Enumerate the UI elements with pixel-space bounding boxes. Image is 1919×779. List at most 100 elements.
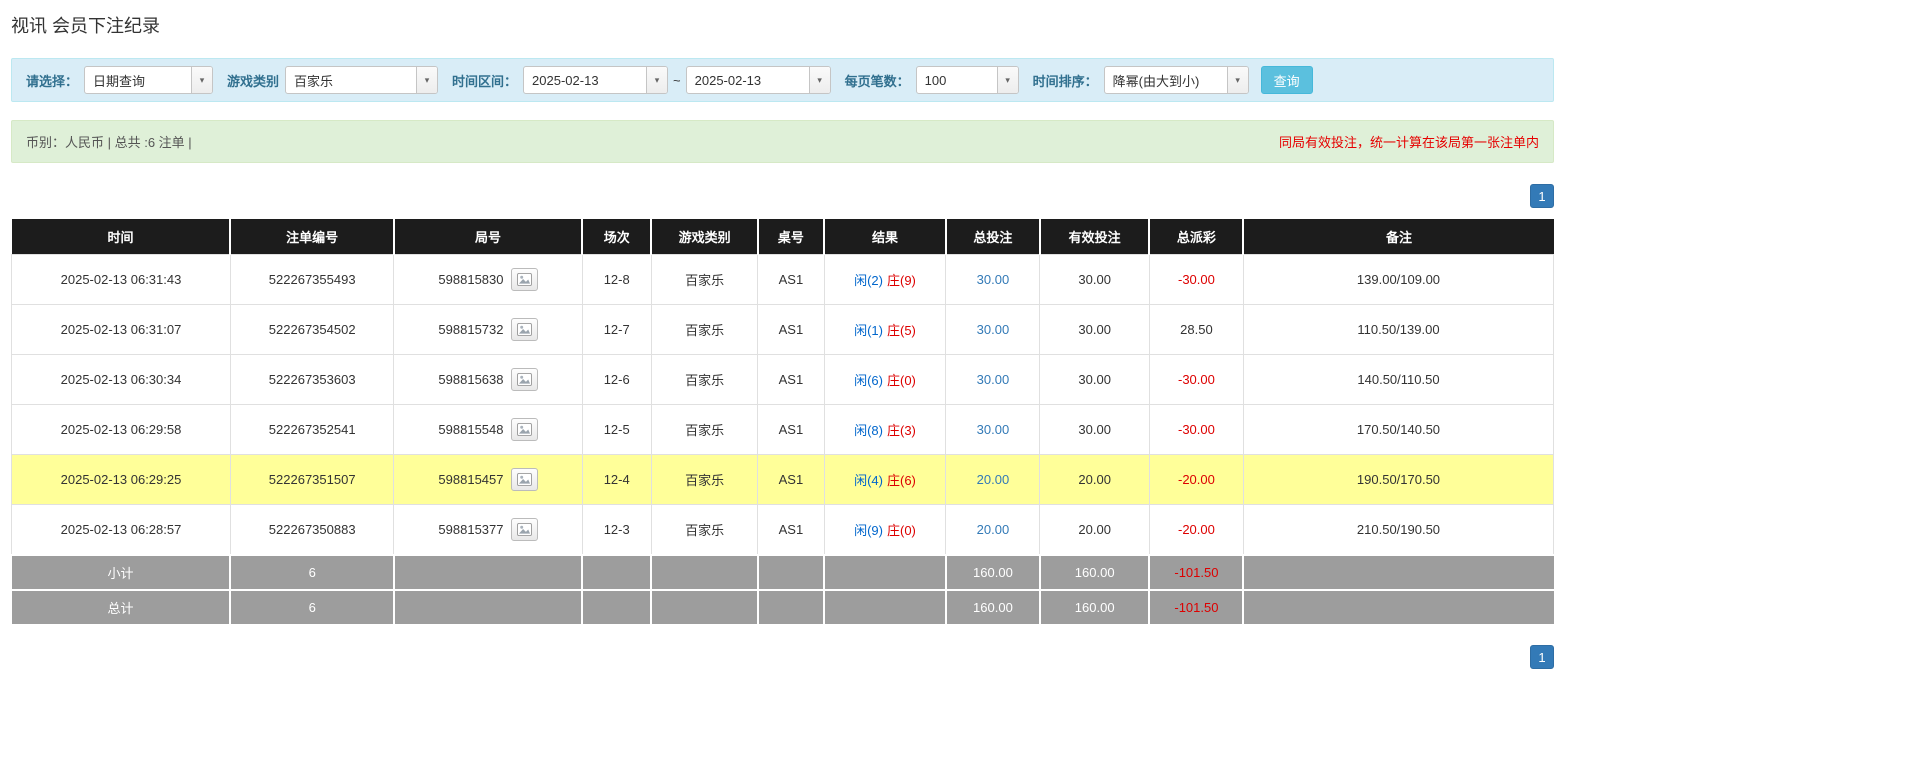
total-bet-link[interactable]: 20.00 [977, 472, 1010, 487]
valid-bet-cell: 20.00 [1040, 505, 1149, 556]
result-player: 闲(9) [854, 523, 883, 538]
pagination-top: 1 [11, 184, 1554, 208]
column-header: 有效投注 [1040, 219, 1149, 255]
view-round-media-button[interactable] [511, 268, 538, 291]
bet-id-cell: 522267350883 [230, 505, 393, 556]
bet-id-cell: 522267351507 [230, 455, 393, 505]
view-round-media-button[interactable] [511, 368, 538, 391]
valid-bet-cell: 30.00 [1040, 255, 1149, 305]
column-header: 游戏类别 [651, 219, 757, 255]
remark-cell: 210.50/190.50 [1243, 505, 1553, 556]
chevron-down-icon[interactable]: ▾ [416, 67, 437, 93]
total-bet-cell: 30.00 [946, 255, 1040, 305]
summary-count-cell: 6 [230, 590, 393, 624]
round-cell: 598815457 [394, 455, 582, 505]
summary-empty-cell [582, 590, 651, 624]
bet-id-cell: 522267353603 [230, 355, 393, 405]
chevron-down-icon[interactable]: ▾ [809, 67, 830, 93]
game-type-cell: 百家乐 [651, 305, 757, 355]
summary-empty-cell [394, 555, 582, 590]
result-cell: 闲(9) 庄(0) [824, 505, 946, 556]
date-range-separator: ~ [673, 73, 681, 88]
round-id: 598815638 [438, 372, 503, 387]
game-type-cell: 百家乐 [651, 355, 757, 405]
result-image-icon [517, 273, 532, 286]
round-cell: 598815548 [394, 405, 582, 455]
total-bet-link[interactable]: 30.00 [977, 272, 1010, 287]
summary-empty-cell [394, 590, 582, 624]
summary-row: 总计6160.00160.00-101.50 [12, 590, 1554, 624]
table-row: 2025-02-13 06:28:57522267350883598815377… [12, 505, 1554, 556]
bet-id-cell: 522267354502 [230, 305, 393, 355]
date-from-value: 2025-02-13 [524, 67, 646, 93]
game-type-cell: 百家乐 [651, 505, 757, 556]
remark-cell: 190.50/170.50 [1243, 455, 1553, 505]
total-bet-link[interactable]: 30.00 [977, 372, 1010, 387]
round-id: 598815377 [438, 522, 503, 537]
game-type-label: 游戏类别 [227, 71, 279, 90]
sort-value: 降幂(由大到小) [1105, 67, 1227, 93]
result-cell: 闲(2)庄(9) [824, 255, 946, 305]
result-image-icon [517, 323, 532, 336]
table-row: 2025-02-13 06:29:25522267351507598815457… [12, 455, 1554, 505]
game-type-dropdown[interactable]: 百家乐 ▾ [285, 66, 438, 94]
info-bar: 币别：人民币 | 总共 :6 注单 | 同局有效投注，统一计算在该局第一张注单内 [11, 120, 1554, 163]
session-cell: 12-7 [582, 305, 651, 355]
page-container: 视讯 会员下注纪录 请选择： 日期查询 ▾ 游戏类别 百家乐 ▾ 时间区间： 2… [11, 0, 1554, 719]
table-row: 2025-02-13 06:29:58522267352541598815548… [12, 405, 1554, 455]
date-to-dropdown[interactable]: 2025-02-13 ▾ [686, 66, 831, 94]
time-cell: 2025-02-13 06:29:58 [12, 405, 231, 455]
payout-cell: -20.00 [1149, 455, 1243, 505]
result-banker: 庄(0) [887, 373, 916, 388]
round-id: 598815830 [438, 272, 503, 287]
chevron-down-icon[interactable]: ▾ [997, 67, 1018, 93]
summary-total-bet-cell: 160.00 [946, 590, 1040, 624]
summary-empty-cell [824, 555, 946, 590]
table-no-cell: AS1 [758, 355, 824, 405]
view-round-media-button[interactable] [511, 418, 538, 441]
column-header: 总派彩 [1149, 219, 1243, 255]
view-round-media-button[interactable] [511, 318, 538, 341]
round-cell: 598815638 [394, 355, 582, 405]
total-bet-cell: 20.00 [946, 455, 1040, 505]
date-from-dropdown[interactable]: 2025-02-13 ▾ [523, 66, 668, 94]
total-bet-cell: 30.00 [946, 355, 1040, 405]
column-header: 时间 [12, 219, 231, 255]
result-player: 闲(4) [854, 473, 883, 488]
summary-payout-cell: -101.50 [1149, 555, 1243, 590]
chevron-down-icon[interactable]: ▾ [646, 67, 667, 93]
sort-dropdown[interactable]: 降幂(由大到小) ▾ [1104, 66, 1249, 94]
select-label: 请选择： [26, 71, 78, 90]
summary-payout-cell: -101.50 [1149, 590, 1243, 624]
session-cell: 12-5 [582, 405, 651, 455]
session-cell: 12-6 [582, 355, 651, 405]
page-button-1[interactable]: 1 [1530, 184, 1554, 208]
valid-bet-cell: 30.00 [1040, 355, 1149, 405]
column-header: 注单编号 [230, 219, 393, 255]
select-dropdown[interactable]: 日期查询 ▾ [84, 66, 213, 94]
currency-summary-text: 币别：人民币 | 总共 :6 注单 | [26, 132, 192, 151]
valid-bet-cell: 30.00 [1040, 405, 1149, 455]
pagination-bottom: 1 [11, 645, 1554, 669]
query-button[interactable]: 查询 [1261, 66, 1313, 94]
select-value: 日期查询 [85, 67, 191, 93]
date-to-value: 2025-02-13 [687, 67, 809, 93]
game-type-value: 百家乐 [286, 67, 416, 93]
view-round-media-button[interactable] [511, 468, 538, 491]
total-bet-link[interactable]: 30.00 [977, 422, 1010, 437]
page-size-dropdown[interactable]: 100 ▾ [916, 66, 1019, 94]
payout-cell: -30.00 [1149, 255, 1243, 305]
summary-empty-cell [758, 555, 824, 590]
filter-bar: 请选择： 日期查询 ▾ 游戏类别 百家乐 ▾ 时间区间： 2025-02-13 … [11, 58, 1554, 102]
summary-empty-cell [582, 555, 651, 590]
page-button-1[interactable]: 1 [1530, 645, 1554, 669]
chevron-down-icon[interactable]: ▾ [1227, 67, 1248, 93]
total-bet-link[interactable]: 30.00 [977, 322, 1010, 337]
time-cell: 2025-02-13 06:30:34 [12, 355, 231, 405]
total-bet-link[interactable]: 20.00 [977, 522, 1010, 537]
view-round-media-button[interactable] [511, 518, 538, 541]
result-banker: 庄(0) [887, 523, 916, 538]
game-type-cell: 百家乐 [651, 455, 757, 505]
table-no-cell: AS1 [758, 505, 824, 556]
chevron-down-icon[interactable]: ▾ [191, 67, 212, 93]
